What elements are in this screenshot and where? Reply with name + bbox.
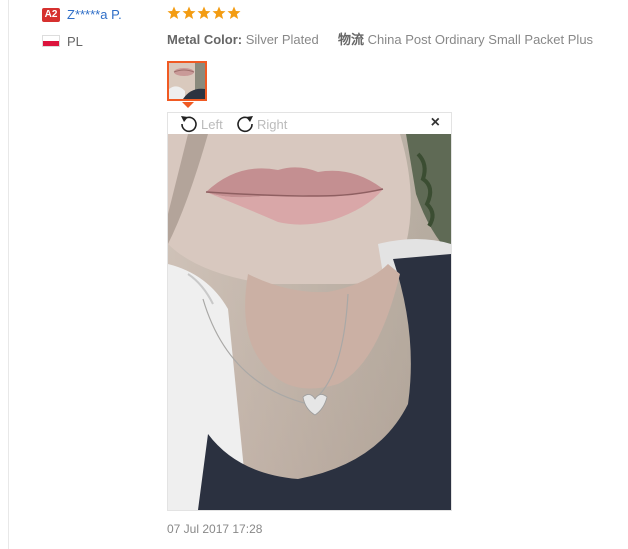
- star-rating: [167, 6, 241, 20]
- rotate-right-label: Right: [257, 116, 288, 132]
- star-icon: [167, 6, 181, 19]
- star-icon: [212, 6, 226, 19]
- logistics-value: China Post Ordinary Small Packet Plus: [367, 32, 594, 47]
- rotate-left-button[interactable]: Left: [178, 115, 223, 133]
- star-icon: [182, 6, 196, 19]
- metal-color-value: Silver Plated: [245, 32, 319, 47]
- thumbnail-pointer: [182, 102, 194, 108]
- logistics-label: 物流: [337, 32, 364, 47]
- photo-viewer: Left Right ×: [167, 112, 452, 511]
- reviewer-country: PL: [67, 34, 83, 49]
- rotate-right-icon: [237, 116, 253, 133]
- rotate-left-label: Left: [201, 116, 223, 132]
- poland-flag-icon: [42, 35, 60, 47]
- close-icon[interactable]: ×: [431, 115, 440, 131]
- review-photo: [168, 134, 451, 510]
- rotate-left-icon: [181, 116, 197, 133]
- buyer-level-badge: A2: [42, 8, 60, 22]
- review-date: 07 Jul 2017 17:28: [167, 522, 263, 536]
- star-icon: [197, 6, 211, 19]
- review-attributes: Metal Color: Silver Plated 物流 China Post…: [167, 29, 593, 48]
- metal-color-label: Metal Color:: [167, 32, 243, 47]
- left-divider: [8, 0, 9, 549]
- viewer-toolbar: Left Right ×: [168, 113, 451, 134]
- star-icon: [227, 6, 241, 19]
- reviewer-name[interactable]: Z*****a P.: [67, 7, 122, 22]
- rotate-right-button[interactable]: Right: [234, 115, 287, 133]
- review-photo-thumbnail[interactable]: [167, 61, 207, 101]
